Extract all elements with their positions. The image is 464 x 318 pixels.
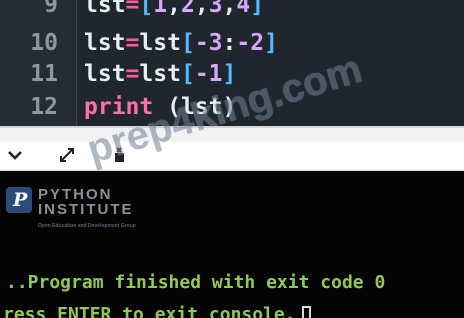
code-token: lst: [139, 30, 181, 56]
python-institute-logo: P: [6, 187, 32, 213]
console-output[interactable]: P PYTHON INSTITUTE Open Education and De…: [0, 171, 464, 318]
expand-icon[interactable]: [56, 142, 78, 168]
code-token: ,: [167, 0, 181, 18]
code-line[interactable]: 9 lst=[1,2,3,4]: [0, 0, 464, 20]
code-token: :: [222, 30, 237, 56]
code-token: 2: [180, 0, 195, 18]
code-token: 3: [208, 0, 223, 18]
code-text: lst=lst[-1]: [84, 59, 236, 89]
code-token: =: [125, 61, 140, 87]
python-institute-wordmark: PYTHON INSTITUTE Open Education and Deve…: [38, 187, 136, 234]
code-text: lst=[1,2,3,4]: [84, 0, 264, 20]
code-token: =: [125, 30, 140, 56]
code-token: lst: [84, 30, 126, 56]
logo-letter: P: [13, 189, 28, 211]
code-token: [: [139, 0, 154, 18]
wordmark-line2: INSTITUTE: [38, 201, 134, 218]
code-token: lst: [139, 61, 181, 87]
code-text: lst=lst[-3:-2]: [84, 28, 278, 58]
code-token: -3: [194, 30, 223, 56]
code-token: lst: [84, 61, 126, 87]
code-token: 4: [236, 0, 251, 18]
code-token: [: [180, 30, 195, 56]
code-token: [: [180, 61, 195, 87]
terminal-cursor: [301, 306, 311, 318]
code-token: ]: [264, 30, 278, 56]
console-line: ..Program finished with exit code 0: [6, 272, 386, 293]
code-token: ]: [250, 0, 265, 18]
code-token: lst: [84, 0, 126, 18]
code-token: -2: [236, 30, 265, 56]
line-number: 9: [44, 0, 58, 18]
wordmark-tagline: Open Education and Development Group: [38, 223, 136, 229]
console-toolbar: [0, 142, 464, 171]
code-token: ,: [222, 0, 237, 18]
line-number: 10: [30, 30, 58, 56]
console-line: ress ENTER to exit console.: [3, 304, 311, 318]
chevron-down-icon[interactable]: [4, 142, 26, 168]
line-number: 12: [30, 94, 58, 120]
line-number: 11: [30, 61, 58, 87]
code-line[interactable]: 10 lst=lst[-3:-2]: [0, 28, 464, 58]
code-token: ,: [194, 0, 209, 18]
code-token: -1: [194, 61, 223, 87]
console-line-text: ress ENTER to exit console.: [3, 304, 296, 318]
code-token: 1: [153, 0, 168, 18]
code-token: =: [125, 0, 140, 18]
